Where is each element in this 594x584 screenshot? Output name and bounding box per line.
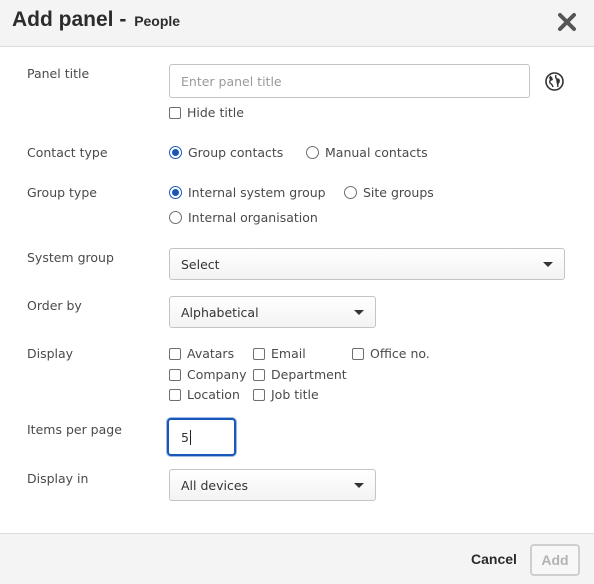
checkbox-box[interactable] xyxy=(169,388,181,401)
radio-button-selected[interactable] xyxy=(169,146,182,159)
checkbox-label: Email xyxy=(271,346,306,361)
checkbox-box[interactable] xyxy=(169,106,181,119)
system-group-label: System group xyxy=(27,250,114,265)
hide-title-checkbox[interactable]: Hide title xyxy=(169,105,244,120)
display-email-checkbox[interactable]: Email xyxy=(253,346,306,361)
checkbox-box[interactable] xyxy=(352,347,364,360)
items-per-page-value: 5 xyxy=(181,429,189,445)
checkbox-label: Avatars xyxy=(187,346,235,361)
items-per-page-label: Items per page xyxy=(27,422,122,437)
chevron-down-icon xyxy=(543,262,553,267)
radio-button-selected[interactable] xyxy=(169,186,182,199)
system-group-select[interactable]: Select xyxy=(169,248,565,280)
globe-icon[interactable] xyxy=(545,72,564,91)
checkbox-label: Office no. xyxy=(370,346,430,361)
dialog-subtitle: People xyxy=(134,13,181,29)
group-type-label: Group type xyxy=(27,185,97,200)
add-button[interactable]: Add xyxy=(530,544,580,576)
radio-button[interactable] xyxy=(169,211,182,224)
chevron-down-icon xyxy=(354,310,364,315)
dialog-title: Add panel - People xyxy=(12,8,180,32)
radio-label: Internal system group xyxy=(188,185,326,200)
dialog-header: Add panel - People xyxy=(0,0,594,47)
checkbox-label: Company xyxy=(187,367,247,382)
checkbox-box[interactable] xyxy=(253,347,265,360)
radio-button[interactable] xyxy=(306,146,319,159)
checkbox-label: Location xyxy=(187,387,240,402)
display-office-no-checkbox[interactable]: Office no. xyxy=(352,346,430,361)
order-by-value: Alphabetical xyxy=(181,304,259,320)
display-in-value: All devices xyxy=(181,477,249,493)
display-in-label: Display in xyxy=(27,471,89,486)
system-group-value: Select xyxy=(181,256,220,272)
radio-internal-organisation[interactable]: Internal organisation xyxy=(169,210,318,225)
checkbox-label: Department xyxy=(271,367,347,382)
display-in-select[interactable]: All devices xyxy=(169,469,376,501)
radio-site-groups[interactable]: Site groups xyxy=(344,185,434,200)
radio-label: Site groups xyxy=(363,185,434,200)
hide-title-label: Hide title xyxy=(187,105,244,120)
display-company-checkbox[interactable]: Company xyxy=(169,367,246,382)
checkbox-box[interactable] xyxy=(253,368,265,381)
chevron-down-icon xyxy=(354,483,364,488)
radio-label: Group contacts xyxy=(188,145,284,160)
radio-group-contacts[interactable]: Group contacts xyxy=(169,145,283,160)
order-by-label: Order by xyxy=(27,298,82,313)
dialog-title-text: Add panel - xyxy=(12,8,127,31)
panel-title-input[interactable] xyxy=(169,64,530,98)
radio-manual-contacts[interactable]: Manual contacts xyxy=(306,145,428,160)
checkbox-box[interactable] xyxy=(169,347,181,360)
contact-type-label: Contact type xyxy=(27,145,108,160)
display-label: Display xyxy=(27,346,74,361)
text-cursor xyxy=(189,429,191,445)
radio-button[interactable] xyxy=(344,186,357,199)
checkbox-label: Job title xyxy=(271,387,319,402)
radio-label: Internal organisation xyxy=(188,210,318,225)
checkbox-box[interactable] xyxy=(253,388,265,401)
close-icon[interactable] xyxy=(556,11,578,33)
order-by-select[interactable]: Alphabetical xyxy=(169,296,376,328)
radio-internal-system-group[interactable]: Internal system group xyxy=(169,185,326,200)
radio-label: Manual contacts xyxy=(325,145,428,160)
display-avatars-checkbox[interactable]: Avatars xyxy=(169,346,234,361)
checkbox-box[interactable] xyxy=(169,368,181,381)
cancel-button[interactable]: Cancel xyxy=(471,551,517,567)
items-per-page-input[interactable]: 5 xyxy=(167,418,236,456)
display-job-title-checkbox[interactable]: Job title xyxy=(253,387,319,402)
panel-title-label: Panel title xyxy=(27,66,90,81)
display-location-checkbox[interactable]: Location xyxy=(169,387,240,402)
display-department-checkbox[interactable]: Department xyxy=(253,367,347,382)
